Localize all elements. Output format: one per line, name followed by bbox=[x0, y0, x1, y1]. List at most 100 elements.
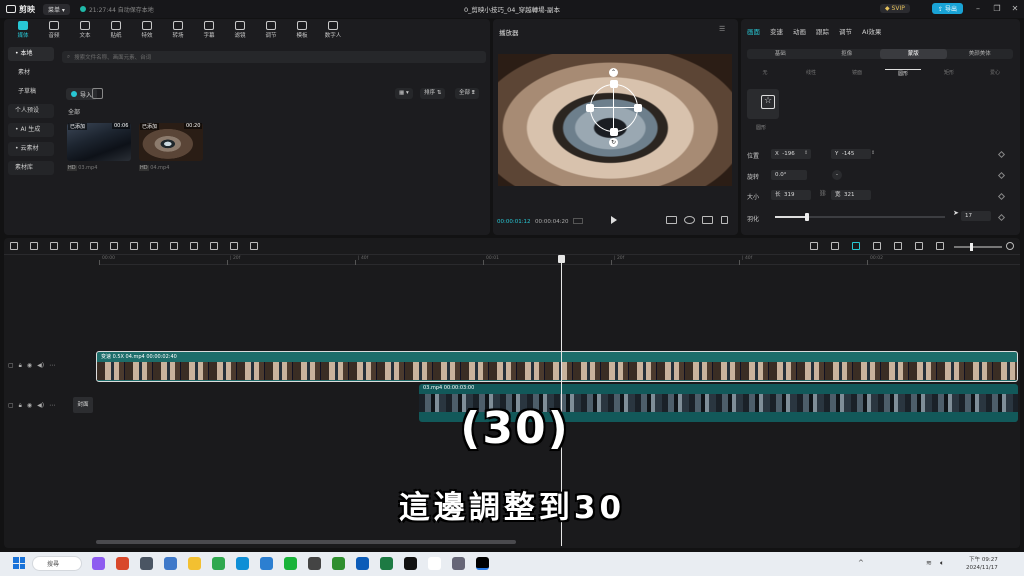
reverse-icon[interactable] bbox=[190, 242, 198, 250]
focus-icon[interactable] bbox=[684, 216, 695, 224]
mic-icon[interactable] bbox=[810, 242, 818, 250]
zoom-out-icon[interactable] bbox=[936, 242, 944, 250]
timeline-scrollbar[interactable] bbox=[96, 540, 516, 544]
chrome-icon[interactable] bbox=[212, 557, 225, 570]
keyframe-icon[interactable] bbox=[997, 213, 1006, 222]
menu-button[interactable]: 菜单 ▾ bbox=[43, 3, 70, 15]
office-icon[interactable] bbox=[116, 557, 129, 570]
mask-shape-option[interactable]: 镜面 bbox=[839, 69, 875, 77]
select-icon[interactable] bbox=[10, 242, 18, 250]
capcut-active-icon[interactable] bbox=[476, 557, 489, 570]
props-tab[interactable]: 跟踪 bbox=[816, 26, 829, 36]
excel-icon[interactable] bbox=[380, 557, 393, 570]
props-tab[interactable]: 画面 bbox=[747, 26, 760, 36]
link-main-icon[interactable] bbox=[831, 242, 839, 250]
eye-icon[interactable]: ◉ bbox=[27, 362, 32, 370]
edge-icon[interactable] bbox=[236, 557, 249, 570]
player-menu-icon[interactable]: ☰ bbox=[719, 25, 725, 33]
notepad-icon[interactable] bbox=[164, 557, 177, 570]
link-icon[interactable] bbox=[873, 242, 881, 250]
media-search-input[interactable]: ⌕ 搜索文件名称、画面元素、台词 bbox=[62, 51, 486, 63]
mask-circle[interactable] bbox=[590, 84, 638, 132]
more-icon[interactable]: ⋯ bbox=[49, 402, 55, 410]
tool-filter[interactable]: 滤镜 bbox=[229, 21, 251, 41]
sort-button[interactable]: 排序 ⇅ bbox=[420, 88, 446, 99]
split-left-icon[interactable] bbox=[90, 242, 98, 250]
outlook-icon[interactable] bbox=[356, 557, 369, 570]
crop-icon[interactable] bbox=[250, 242, 258, 250]
props-subtab[interactable]: 抠像 bbox=[814, 49, 881, 59]
zoom-slider-handle[interactable] bbox=[970, 243, 973, 251]
sidebar-item[interactable]: 子草稿 bbox=[8, 85, 54, 99]
selected-shape-card[interactable]: ☆ bbox=[747, 89, 779, 119]
keyframe-icon[interactable] bbox=[997, 171, 1006, 180]
feather-field[interactable]: 17 bbox=[961, 211, 991, 221]
copilot-icon[interactable] bbox=[92, 557, 105, 570]
sidebar-item[interactable]: • AI 生成 bbox=[8, 123, 54, 137]
tool-template[interactable]: 模板 bbox=[291, 21, 313, 41]
x-stepper[interactable]: ⇕ bbox=[804, 150, 808, 156]
mirror-icon[interactable] bbox=[210, 242, 218, 250]
photos-icon[interactable] bbox=[260, 557, 273, 570]
maximize-icon[interactable]: ❐ bbox=[991, 3, 1003, 14]
split-right-icon[interactable] bbox=[110, 242, 118, 250]
delete-icon[interactable] bbox=[130, 242, 138, 250]
split-icon[interactable] bbox=[70, 242, 78, 250]
tool-transition[interactable]: 转场 bbox=[167, 21, 189, 41]
redo-icon[interactable] bbox=[50, 242, 58, 250]
video-preview[interactable]: ⌃ ↻ bbox=[498, 54, 732, 186]
mute-icon[interactable]: ◀) bbox=[37, 402, 44, 410]
props-tab[interactable]: 调节 bbox=[839, 26, 852, 36]
tool-media[interactable]: 媒体 bbox=[12, 21, 34, 41]
eye-icon[interactable]: ◉ bbox=[27, 402, 32, 410]
rotate-icon[interactable] bbox=[230, 242, 238, 250]
taskbar-clock[interactable]: 下午 09:27 2024/11/17 bbox=[966, 556, 998, 572]
props-subtab[interactable]: 美颜美体 bbox=[947, 49, 1014, 59]
props-tab[interactable]: 变速 bbox=[770, 26, 783, 36]
tool-adjust[interactable]: 调节 bbox=[260, 21, 282, 41]
mask-shape-option[interactable]: 线性 bbox=[793, 69, 829, 77]
feather-slider-handle[interactable] bbox=[805, 213, 809, 221]
props-subtab[interactable]: 蒙版 bbox=[880, 49, 947, 59]
timeline-toggle-icon[interactable] bbox=[573, 218, 583, 224]
props-tab[interactable]: AI效果 bbox=[862, 26, 881, 36]
sidebar-item[interactable]: • 云素材 bbox=[8, 142, 54, 156]
settings-icon[interactable] bbox=[452, 557, 465, 570]
keyframe-icon[interactable] bbox=[997, 192, 1006, 201]
link-icon[interactable]: ⛓ bbox=[819, 190, 827, 197]
taskbar-search[interactable]: 搜尋 bbox=[32, 556, 82, 571]
mask-shape-option[interactable]: 矩形 bbox=[931, 69, 967, 77]
export-button[interactable]: ⇪ 导出 bbox=[932, 3, 963, 14]
vip-badge[interactable]: ◆ SVIP bbox=[880, 4, 910, 13]
volume-icon[interactable]: 🔈︎ bbox=[940, 559, 944, 568]
mask-handle-left[interactable] bbox=[586, 104, 594, 112]
y-stepper[interactable]: ⇕ bbox=[871, 150, 875, 156]
sidebar-item[interactable]: • 本地 bbox=[8, 47, 54, 61]
props-tab[interactable]: 动画 bbox=[793, 26, 806, 36]
sidebar-item[interactable]: 素材 bbox=[8, 66, 54, 80]
tool-audio[interactable]: 音频 bbox=[43, 21, 65, 41]
keyframe-icon[interactable] bbox=[997, 150, 1006, 159]
grid-view-icon[interactable] bbox=[92, 88, 103, 99]
ratio-icon[interactable] bbox=[666, 216, 677, 224]
capcut-icon[interactable] bbox=[404, 557, 417, 570]
marker-icon[interactable] bbox=[150, 242, 158, 250]
sidebar-item[interactable]: 素材库 bbox=[8, 161, 54, 175]
mask-shape-option[interactable]: 无 bbox=[747, 69, 783, 77]
quality-icon[interactable] bbox=[702, 216, 713, 224]
more-icon[interactable]: ⋯ bbox=[49, 362, 55, 370]
zoom-in-icon[interactable] bbox=[1006, 242, 1014, 250]
tool-caption[interactable]: 字幕 bbox=[198, 21, 220, 41]
zoom-slider[interactable] bbox=[954, 246, 1002, 248]
start-icon[interactable] bbox=[13, 557, 25, 569]
play-button[interactable] bbox=[611, 216, 617, 224]
rotate-field[interactable]: 0.0° bbox=[771, 170, 807, 180]
preview-axis-icon[interactable] bbox=[894, 242, 902, 250]
lock-icon[interactable]: 🔒︎ bbox=[19, 362, 22, 370]
explorer-icon[interactable] bbox=[188, 557, 201, 570]
filter-button[interactable]: 全部 ⩩ bbox=[455, 88, 479, 99]
mask-shape-option[interactable]: 爱心 bbox=[977, 69, 1013, 77]
height-field[interactable]: 宽 321 bbox=[831, 190, 871, 200]
main-video-clip[interactable]: 变速 0.5X 04.mp4 00:00:02:40 bbox=[96, 351, 1018, 382]
width-field[interactable]: 长 319 bbox=[771, 190, 811, 200]
